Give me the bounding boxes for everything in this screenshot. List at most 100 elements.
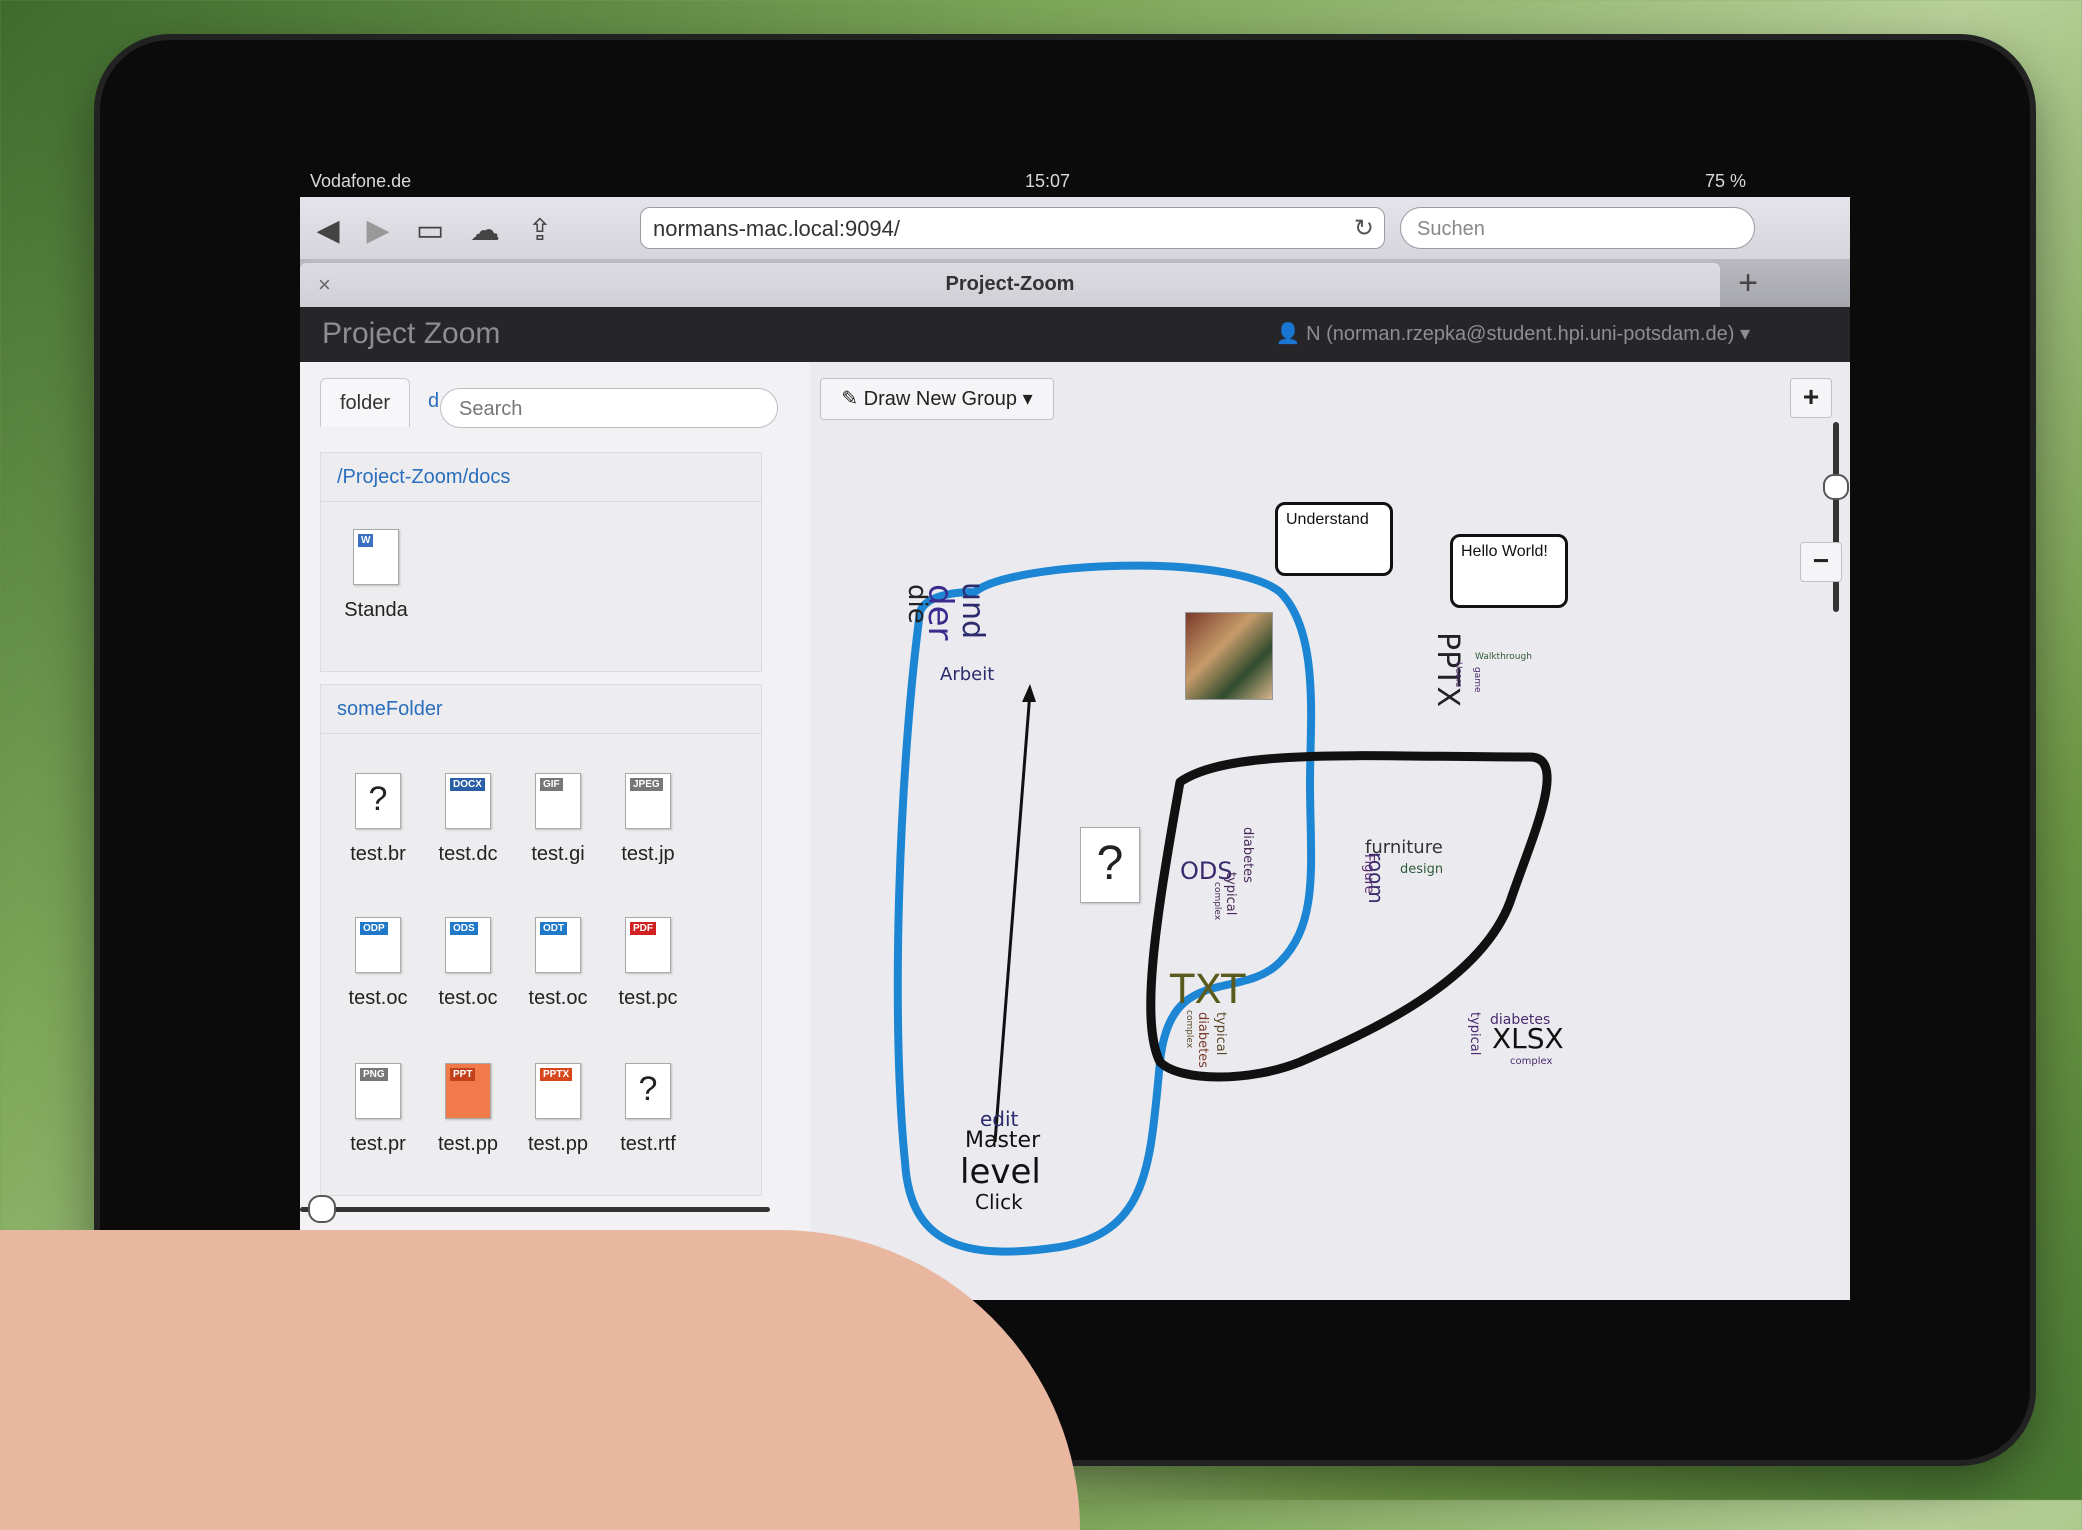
group-canvas[interactable]: ✎ Draw New Group ▾ + − Understand Hello … <box>810 362 1850 1300</box>
black-group-outline <box>1146 751 1552 1082</box>
app-brand[interactable]: Project Zoom <box>322 317 500 351</box>
tab-title: Project-Zoom <box>945 273 1075 295</box>
caret-down-icon: ▾ <box>1734 323 1750 345</box>
file-item[interactable]: PNG test.pr <box>333 1063 423 1156</box>
file-item[interactable]: ? test.br <box>333 773 423 866</box>
file-label: test.pr <box>350 1133 406 1155</box>
file-label: test.pc <box>618 987 678 1009</box>
folder-section-somefolder: someFolder ? test.br DOCX test.dc GIF te… <box>320 684 762 1196</box>
file-label: test.pp <box>437 1133 499 1155</box>
word-cloud-text: typical <box>1213 1012 1228 1056</box>
docx-file-icon: DOCX <box>445 773 491 829</box>
file-label: test.dc <box>438 843 498 865</box>
status-bar: Vodafone.de 15:07 75 % <box>300 165 1850 197</box>
word-cloud-text: Arbeit <box>940 664 995 685</box>
file-label: test.rtf <box>620 1133 676 1155</box>
file-label: test.br <box>350 843 406 865</box>
user-icon: 👤 <box>1275 323 1307 345</box>
word-cloud-text: Walkthrough <box>1475 652 1532 662</box>
file-item[interactable]: ODS test.oc <box>423 917 513 1010</box>
gif-file-icon: GIF <box>535 773 581 829</box>
browser-tab[interactable]: × Project-Zoom <box>300 263 1720 307</box>
comment-bubble[interactable]: Hello World! <box>1450 534 1568 608</box>
unknown-file-icon[interactable]: ? <box>1080 827 1140 903</box>
file-item[interactable]: GIF test.gi <box>513 773 603 866</box>
arrow-head <box>1022 684 1036 702</box>
forward-icon[interactable]: ▶ <box>358 211 398 251</box>
hand <box>0 1230 1080 1530</box>
odp-file-icon: ODP <box>355 917 401 973</box>
pdf-file-icon: PDF <box>625 917 671 973</box>
folder-title[interactable]: someFolder <box>321 685 761 734</box>
tablet-screen: Vodafone.de 15:07 75 % ◀ ▶ ▭ ☁ ⇪ normans… <box>300 165 1850 1300</box>
word-cloud-text: typical <box>1467 1012 1482 1056</box>
tab-other[interactable]: d <box>428 390 439 413</box>
word-cloud-text: diabetes <box>1195 1012 1210 1068</box>
file-item[interactable]: ? test.rtf <box>603 1063 693 1156</box>
connection-arrow <box>993 691 1032 1143</box>
carrier-label: Vodafone.de <box>310 171 412 191</box>
back-icon[interactable]: ◀ <box>308 211 348 251</box>
file-item[interactable]: ODT test.oc <box>513 917 603 1010</box>
file-item[interactable]: PDF test.pc <box>603 917 693 1010</box>
file-label: test.oc <box>528 987 588 1009</box>
ods-file-icon: ODS <box>445 917 491 973</box>
file-browser-panel: folder d Search /Project-Zoom/docs W Sta… <box>300 362 810 1300</box>
word-cloud-text: design <box>1400 862 1444 877</box>
file-item[interactable]: JPEG test.jp <box>603 773 693 866</box>
file-item[interactable]: W Standa <box>331 529 421 622</box>
share-icon[interactable]: ⇪ <box>520 211 560 251</box>
tab-folder[interactable]: folder <box>320 378 410 427</box>
word-cloud-text: und <box>955 582 990 640</box>
cloud-icon[interactable]: ☁ <box>465 211 505 251</box>
jpeg-file-icon: JPEG <box>625 773 671 829</box>
file-label: test.jp <box>621 843 675 865</box>
word-cloud-text: die <box>902 584 932 624</box>
user-menu[interactable]: 👤 N (norman.rzepka@student.hpi.uni-potsd… <box>1276 321 1750 346</box>
browser-search-field[interactable]: Suchen <box>1400 207 1755 249</box>
doc-file-icon: W <box>353 529 399 585</box>
comment-bubble[interactable]: Understand <box>1275 502 1393 576</box>
unknown-file-icon: ? <box>625 1063 671 1119</box>
browser-toolbar: ◀ ▶ ▭ ☁ ⇪ normans-mac.local:9094/ ↻ Such… <box>300 197 1850 307</box>
new-tab-button[interactable]: + <box>1728 263 1768 307</box>
file-label: test.gi <box>531 843 585 865</box>
scrollbar-handle[interactable] <box>308 1195 336 1223</box>
word-cloud-text: Master <box>965 1128 1041 1153</box>
word-cloud-text: complex <box>1510 1056 1553 1067</box>
url-field[interactable]: normans-mac.local:9094/ ↻ <box>640 207 1385 249</box>
image-thumbnail[interactable] <box>1185 612 1273 700</box>
file-label: test.oc <box>438 987 498 1009</box>
file-label: test.pp <box>527 1133 589 1155</box>
word-cloud-text: Figure <box>1361 854 1376 894</box>
reload-icon[interactable]: ↻ <box>1354 208 1374 250</box>
app-header: Project Zoom 👤 N (norman.rzepka@student.… <box>300 307 1850 362</box>
bookmarks-icon[interactable]: ▭ <box>410 211 450 251</box>
word-cloud-text: game <box>1472 667 1482 693</box>
url-text: normans-mac.local:9094/ <box>653 216 901 241</box>
word-cloud-text: Users <box>1453 662 1463 688</box>
file-item[interactable]: ODP test.oc <box>333 917 423 1010</box>
folder-section-docs: /Project-Zoom/docs W Standa <box>320 452 762 672</box>
file-label: Standa <box>344 599 408 621</box>
folder-title[interactable]: /Project-Zoom/docs <box>321 453 761 502</box>
pptx-file-icon: PPTX <box>535 1063 581 1119</box>
word-cloud-text: complex <box>1212 882 1222 921</box>
battery-label: 75 % <box>1705 171 1747 191</box>
search-input[interactable]: Search <box>440 388 778 428</box>
file-item[interactable]: PPTX test.pp <box>513 1063 603 1156</box>
horizontal-scrollbar[interactable] <box>300 1207 770 1212</box>
word-cloud-text: TXT <box>1170 967 1246 1013</box>
word-cloud-text: XLSX <box>1492 1022 1564 1055</box>
user-label: N (norman.rzepka@student.hpi.uni-potsdam… <box>1306 323 1735 345</box>
word-cloud-text: level <box>960 1152 1041 1192</box>
word-cloud-text: diabetes <box>1240 827 1255 883</box>
unknown-file-icon: ? <box>355 773 401 829</box>
tab-bar: × Project-Zoom + <box>300 259 1850 307</box>
odt-file-icon: ODT <box>535 917 581 973</box>
ppt-file-icon: PPT <box>445 1063 491 1119</box>
file-label: test.oc <box>348 987 408 1009</box>
file-item[interactable]: DOCX test.dc <box>423 773 513 866</box>
file-item[interactable]: PPT test.pp <box>423 1063 513 1156</box>
word-cloud-text: typical <box>1223 872 1238 916</box>
